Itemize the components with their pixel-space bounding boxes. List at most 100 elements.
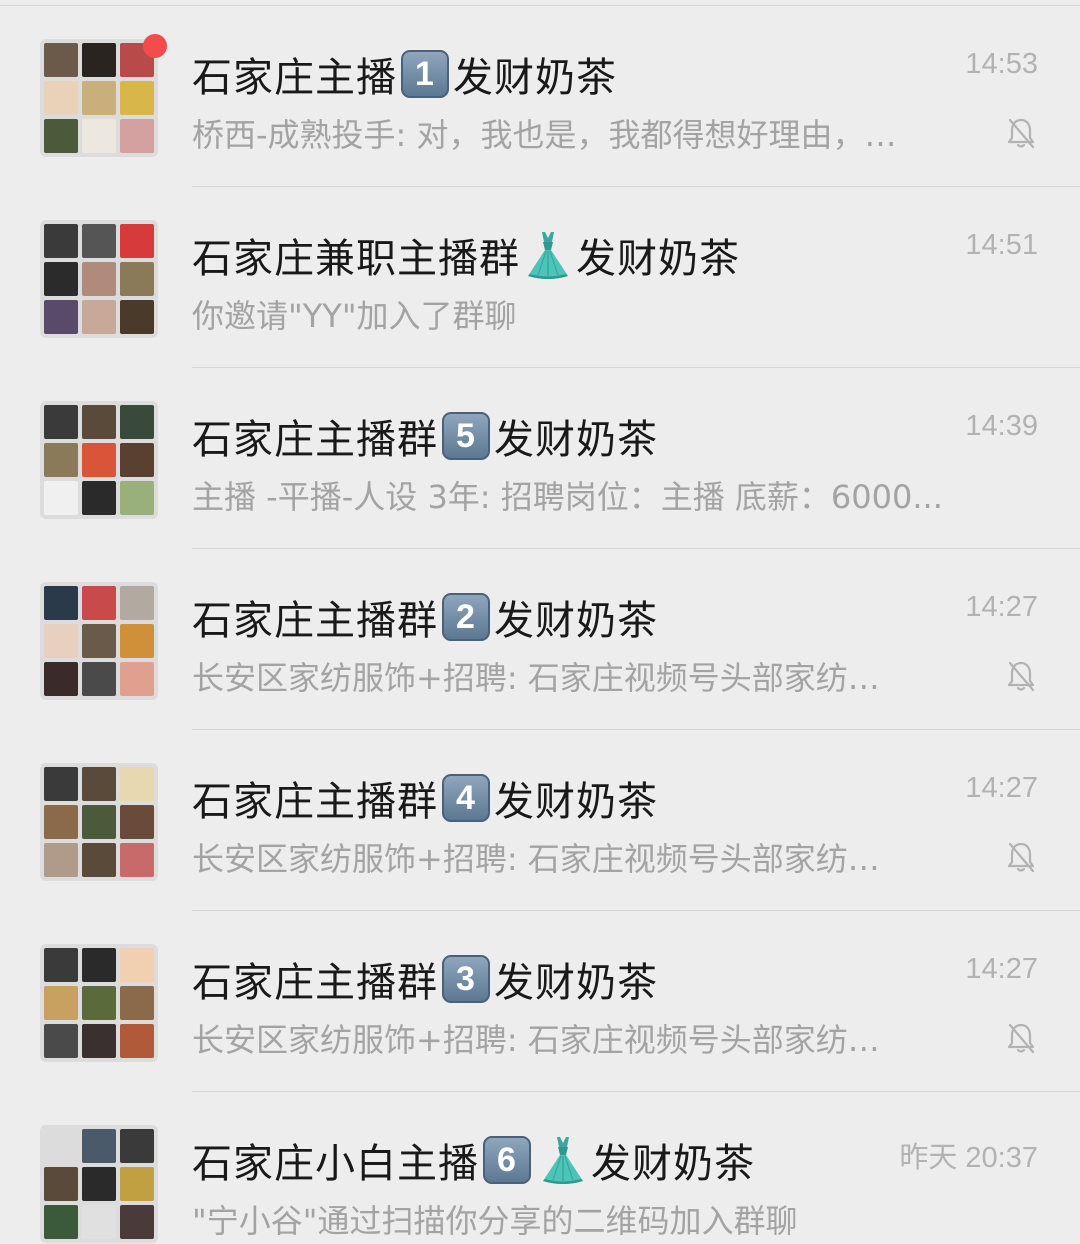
- avatar-member-icon: [120, 1205, 154, 1239]
- last-message-time: 14:27: [965, 772, 1038, 804]
- avatar-member-icon: [120, 405, 154, 439]
- avatar-member-icon: [82, 986, 116, 1020]
- last-message-preview: 主播 -平播-人设 3年: 招聘岗位：主播 底薪：6000...: [192, 478, 943, 516]
- avatar-member-icon: [44, 43, 78, 77]
- chat-title-suffix: 发财奶茶: [576, 236, 740, 282]
- chat-list-item[interactable]: 石家庄兼职主播群 发财奶茶 14:51 你邀请"YY"加入了群聊: [0, 187, 1080, 368]
- chat-title-prefix: 石家庄主播: [192, 55, 397, 101]
- avatar-member-icon: [44, 948, 78, 982]
- avatar-member-icon: [44, 662, 78, 696]
- avatar-member-icon: [82, 481, 116, 515]
- avatar-member-icon: [44, 986, 78, 1020]
- avatar-member-icon: [120, 81, 154, 115]
- avatar-member-icon: [44, 262, 78, 296]
- avatar-member-icon: [44, 767, 78, 801]
- avatar-member-icon: [120, 843, 154, 877]
- avatar-member-icon: [82, 1129, 116, 1163]
- muted-bell-icon: [1007, 661, 1035, 692]
- avatar-member-icon: [82, 586, 116, 620]
- chat-list-item[interactable]: 石家庄主播群 4 发财奶茶 14:27 长安区家纺服饰+招聘: 石家庄视频号头部…: [0, 730, 1080, 911]
- last-message-preview: "宁小谷"通过扫描你分享的二维码加入群聊: [192, 1202, 798, 1240]
- avatar-member-icon: [120, 119, 154, 153]
- chat-title-suffix: 发财奶茶: [494, 960, 658, 1006]
- avatar-member-icon: [44, 224, 78, 258]
- avatar-member-icon: [82, 300, 116, 334]
- chat-list-item[interactable]: 石家庄主播群 3 发财奶茶 14:27 长安区家纺服饰+招聘: 石家庄视频号头部…: [0, 911, 1080, 1092]
- chat-title: 石家庄主播群 3 发财奶茶: [192, 951, 658, 1007]
- group-avatar-icon[interactable]: [40, 401, 158, 519]
- group-avatar-icon[interactable]: [40, 220, 158, 338]
- chat-list-item[interactable]: 石家庄主播群 5 发财奶茶 14:39 主播 -平播-人设 3年: 招聘岗位：主…: [0, 368, 1080, 549]
- avatar-member-icon: [82, 43, 116, 77]
- avatar-member-icon: [120, 1129, 154, 1163]
- muted-bell-icon: [1007, 1023, 1035, 1054]
- last-message-time: 14:53: [965, 48, 1038, 80]
- group-avatar-icon[interactable]: [40, 763, 158, 881]
- last-message-time: 14:27: [965, 591, 1038, 623]
- chat-list-item[interactable]: 石家庄主播 1 发财奶茶 14:53 桥西-成熟投手: 对，我也是，我都得想好理…: [0, 6, 1080, 187]
- last-message-preview: 桥西-成熟投手: 对，我也是，我都得想好理由，…: [192, 116, 897, 154]
- avatar-member-icon: [82, 624, 116, 658]
- last-message-preview: 长安区家纺服饰+招聘: 石家庄视频号头部家纺…: [192, 659, 880, 697]
- avatar-member-icon: [44, 843, 78, 877]
- dress-emoji-icon: [543, 1137, 583, 1184]
- last-message-preview: 你邀请"YY"加入了群聊: [192, 297, 517, 335]
- chat-title-suffix: 发财奶茶: [494, 598, 658, 644]
- chat-title-prefix: 石家庄主播群: [192, 779, 438, 825]
- chat-title: 石家庄主播群 5 发财奶茶: [192, 408, 658, 464]
- chat-title-suffix: 发财奶茶: [494, 417, 658, 463]
- keycap-number-icon: 5: [442, 412, 490, 460]
- avatar-member-icon: [44, 1205, 78, 1239]
- avatar-member-icon: [120, 300, 154, 334]
- avatar-member-icon: [82, 805, 116, 839]
- chat-title-prefix: 石家庄主播群: [192, 417, 438, 463]
- last-message-preview: 长安区家纺服饰+招聘: 石家庄视频号头部家纺…: [192, 1021, 880, 1059]
- group-avatar-icon[interactable]: [40, 944, 158, 1062]
- chat-title-suffix: 发财奶茶: [591, 1141, 755, 1187]
- chat-title-prefix: 石家庄主播群: [192, 960, 438, 1006]
- avatar-member-icon: [120, 443, 154, 477]
- last-message-time: 14:27: [965, 953, 1038, 985]
- chat-title-suffix: 发财奶茶: [494, 779, 658, 825]
- last-message-time: 14:51: [965, 229, 1038, 261]
- avatar-member-icon: [120, 262, 154, 296]
- avatar-member-icon: [120, 767, 154, 801]
- chat-title: 石家庄主播 1 发财奶茶: [192, 46, 617, 102]
- avatar-member-icon: [82, 662, 116, 696]
- last-message-preview: 长安区家纺服饰+招聘: 石家庄视频号头部家纺…: [192, 840, 880, 878]
- avatar-member-icon: [120, 624, 154, 658]
- chat-list-item[interactable]: 石家庄小白主播 6 发财奶茶 昨天 20:37 "宁小谷"通过扫描你分享的二维码…: [0, 1092, 1080, 1244]
- avatar-member-icon: [44, 586, 78, 620]
- chat-title: 石家庄主播群 4 发财奶茶: [192, 770, 658, 826]
- chat-list-item[interactable]: 石家庄主播群 2 发财奶茶 14:27 长安区家纺服饰+招聘: 石家庄视频号头部…: [0, 549, 1080, 730]
- last-message-time: 14:39: [965, 410, 1038, 442]
- avatar-member-icon: [44, 405, 78, 439]
- avatar-member-icon: [82, 843, 116, 877]
- avatar-member-icon: [44, 300, 78, 334]
- keycap-number-icon: 4: [442, 774, 490, 822]
- avatar-member-icon: [120, 662, 154, 696]
- avatar-member-icon: [44, 119, 78, 153]
- muted-bell-icon: [1007, 842, 1035, 873]
- group-avatar-icon[interactable]: [40, 1125, 158, 1243]
- avatar-member-icon: [120, 1167, 154, 1201]
- group-avatar-icon[interactable]: [40, 582, 158, 700]
- avatar-member-icon: [120, 1024, 154, 1058]
- keycap-number-icon: 1: [401, 50, 449, 98]
- keycap-number-icon: 3: [442, 955, 490, 1003]
- avatar-member-icon: [82, 948, 116, 982]
- dress-emoji-icon: [528, 232, 568, 279]
- chat-list: 石家庄主播 1 发财奶茶 14:53 桥西-成熟投手: 对，我也是，我都得想好理…: [0, 0, 1080, 1244]
- keycap-number-icon: 2: [442, 593, 490, 641]
- group-avatar-icon[interactable]: [40, 39, 158, 157]
- avatar-member-icon: [120, 948, 154, 982]
- avatar-member-icon: [82, 1205, 116, 1239]
- avatar-member-icon: [44, 805, 78, 839]
- avatar-member-icon: [82, 81, 116, 115]
- last-message-time: 昨天 20:37: [899, 1142, 1038, 1174]
- avatar-member-icon: [120, 805, 154, 839]
- avatar-member-icon: [120, 224, 154, 258]
- avatar-member-icon: [82, 224, 116, 258]
- avatar-member-icon: [44, 1167, 78, 1201]
- chat-title-prefix: 石家庄主播群: [192, 598, 438, 644]
